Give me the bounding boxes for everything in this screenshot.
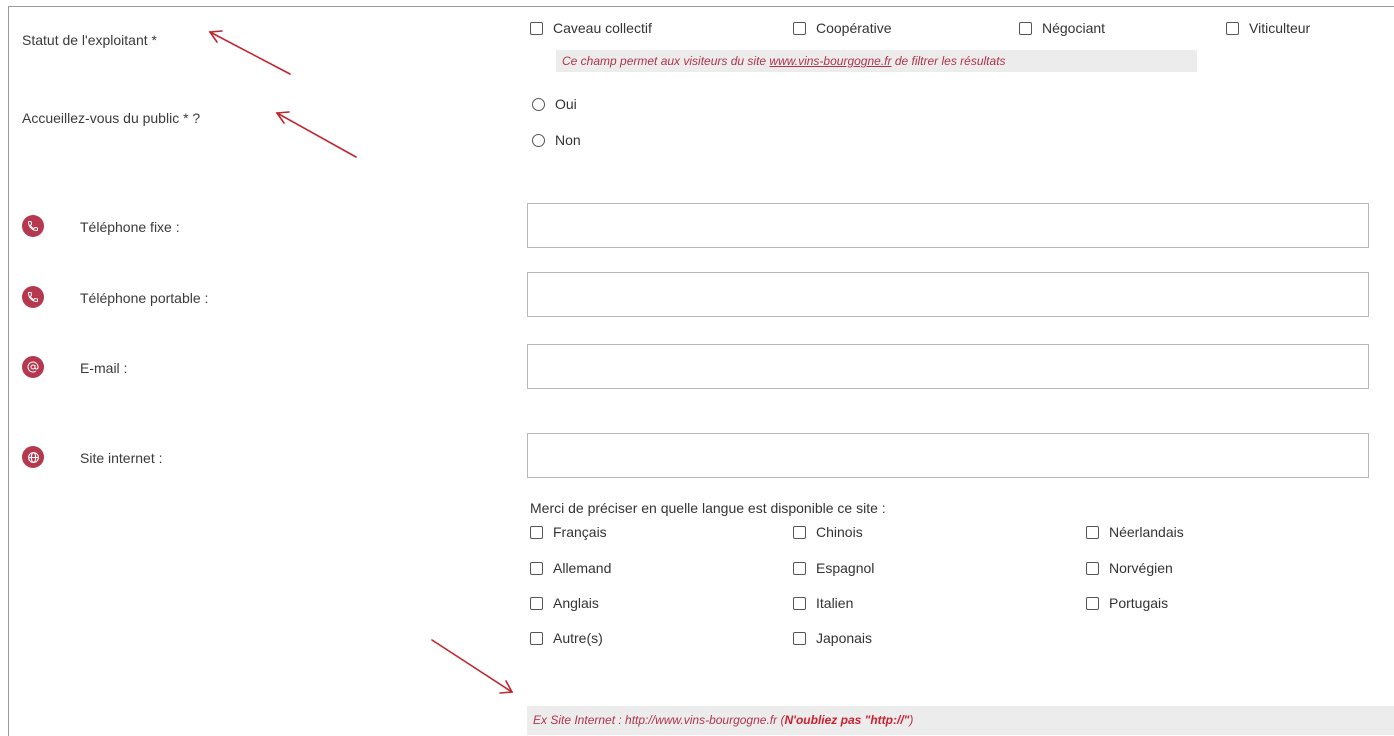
radio-oui[interactable]: Oui	[532, 96, 577, 112]
checkbox-lang-italien[interactable]: Italien	[793, 595, 853, 611]
phone-mobile-input[interactable]	[527, 272, 1369, 317]
at-sign-icon	[22, 356, 44, 378]
checkbox-box[interactable]	[1086, 561, 1099, 575]
checkbox-label: Coopérative	[816, 20, 892, 36]
checkbox-lang-chinois[interactable]: Chinois	[793, 524, 863, 540]
checkbox-cooperative[interactable]: Coopérative	[793, 20, 892, 36]
checkbox-lang-portugais[interactable]: Portugais	[1086, 595, 1168, 611]
checkbox-viticulteur[interactable]: Viticulteur	[1226, 20, 1310, 36]
checkbox-box[interactable]	[530, 21, 543, 35]
note-prefix: Ce champ permet aux visiteurs du site	[562, 54, 770, 68]
email-input[interactable]	[527, 344, 1369, 389]
checkbox-lang-japonais[interactable]: Japonais	[793, 630, 872, 646]
checkbox-label: Néerlandais	[1109, 524, 1184, 540]
checkbox-label: Portugais	[1109, 595, 1169, 611]
checkbox-box[interactable]	[530, 561, 543, 575]
checkbox-box[interactable]	[1086, 525, 1099, 539]
checkbox-label: Anglais	[553, 595, 599, 611]
checkbox-label: Japonais	[816, 630, 873, 646]
checkbox-box[interactable]	[793, 525, 806, 539]
website-hint: Ex Site Internet : http://www.vins-bourg…	[527, 706, 1394, 735]
website-input[interactable]	[527, 433, 1369, 478]
checkbox-lang-francais[interactable]: Français	[530, 524, 607, 540]
checkbox-negociant[interactable]: Négociant	[1019, 20, 1105, 36]
checkbox-lang-neerlandais[interactable]: Néerlandais	[1086, 524, 1184, 540]
checkbox-box[interactable]	[793, 596, 806, 610]
checkbox-box[interactable]	[530, 631, 543, 645]
checkbox-box[interactable]	[530, 596, 543, 610]
checkbox-label: Autre(s)	[553, 630, 603, 646]
globe-icon	[22, 446, 44, 468]
checkbox-lang-autres[interactable]: Autre(s)	[530, 630, 603, 646]
hint-suffix: )	[909, 713, 914, 727]
email-label: E-mail :	[80, 360, 128, 376]
radio-label: Non	[555, 132, 581, 148]
checkbox-label: Norvégien	[1109, 560, 1173, 576]
checkbox-box[interactable]	[530, 525, 543, 539]
phone-fixed-label: Téléphone fixe :	[80, 219, 180, 235]
checkbox-box[interactable]	[1226, 21, 1239, 35]
radio-circle[interactable]	[532, 97, 545, 111]
hint-prefix: Ex Site Internet : http://www.vins-bourg…	[533, 713, 785, 727]
phone-fixed-input[interactable]	[527, 203, 1369, 248]
public-label: Accueillez-vous du public * ?	[22, 110, 201, 126]
checkbox-caveau-collectif[interactable]: Caveau collectif	[530, 20, 652, 36]
checkbox-box[interactable]	[793, 631, 806, 645]
phone-icon	[22, 215, 44, 237]
statut-label: Statut de l'exploitant *	[22, 32, 157, 48]
checkbox-label: Français	[553, 524, 607, 540]
language-intro: Merci de préciser en quelle langue est d…	[530, 500, 886, 516]
checkbox-label: Chinois	[816, 524, 863, 540]
radio-label: Oui	[555, 96, 577, 112]
radio-circle[interactable]	[532, 133, 545, 147]
checkbox-box[interactable]	[1086, 596, 1099, 610]
checkbox-lang-allemand[interactable]: Allemand	[530, 560, 611, 576]
phone-mobile-label: Téléphone portable :	[80, 290, 209, 306]
checkbox-box[interactable]	[1019, 21, 1032, 35]
checkbox-box[interactable]	[793, 21, 806, 35]
checkbox-label: Viticulteur	[1249, 20, 1311, 36]
checkbox-label: Italien	[816, 595, 854, 611]
checkbox-lang-espagnol[interactable]: Espagnol	[793, 560, 874, 576]
checkbox-lang-anglais[interactable]: Anglais	[530, 595, 599, 611]
radio-non[interactable]: Non	[532, 132, 581, 148]
checkbox-label: Caveau collectif	[553, 20, 652, 36]
hint-emphasis: N'oubliez pas "http://"	[784, 713, 910, 727]
checkbox-box[interactable]	[793, 561, 806, 575]
checkbox-lang-norvegien[interactable]: Norvégien	[1086, 560, 1173, 576]
statut-filter-note: Ce champ permet aux visiteurs du site ww…	[556, 50, 1197, 72]
website-label: Site internet :	[80, 450, 163, 466]
checkbox-label: Espagnol	[816, 560, 875, 576]
checkbox-label: Négociant	[1042, 20, 1106, 36]
checkbox-label: Allemand	[553, 560, 612, 576]
note-suffix: de filtrer les résultats	[891, 54, 1006, 68]
note-link[interactable]: www.vins-bourgogne.fr	[769, 54, 891, 68]
phone-icon	[22, 286, 44, 308]
